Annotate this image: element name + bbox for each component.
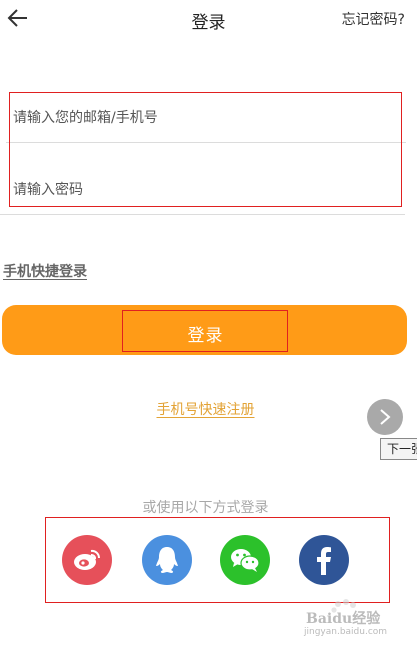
annotation-highlight-box xyxy=(9,92,402,207)
annotation-highlight-box xyxy=(122,310,288,352)
wechat-icon xyxy=(231,549,260,572)
weibo-icon xyxy=(74,549,101,570)
other-login-caption: 或使用以下方式登录 xyxy=(142,500,269,516)
next-image-button[interactable] xyxy=(367,399,403,435)
qq-login-button[interactable] xyxy=(142,535,192,585)
forgot-password-link[interactable]: 忘记密码? xyxy=(342,9,405,29)
divider xyxy=(0,214,405,215)
next-image-tooltip[interactable]: 下一张 xyxy=(380,438,417,460)
facebook-login-button[interactable] xyxy=(299,535,349,585)
phone-quick-login-link[interactable]: 手机快捷登录 xyxy=(3,261,87,281)
facebook-icon xyxy=(317,547,331,575)
register-link[interactable]: 手机号快速注册 xyxy=(0,399,411,419)
wechat-login-button[interactable] xyxy=(220,535,270,585)
qq-icon xyxy=(156,547,178,573)
watermark-url: jingyan.baidu.com xyxy=(304,627,388,637)
weibo-login-button[interactable] xyxy=(62,535,112,585)
watermark-text: Baidu经验 xyxy=(306,611,381,627)
chevron-right-icon xyxy=(380,409,391,425)
